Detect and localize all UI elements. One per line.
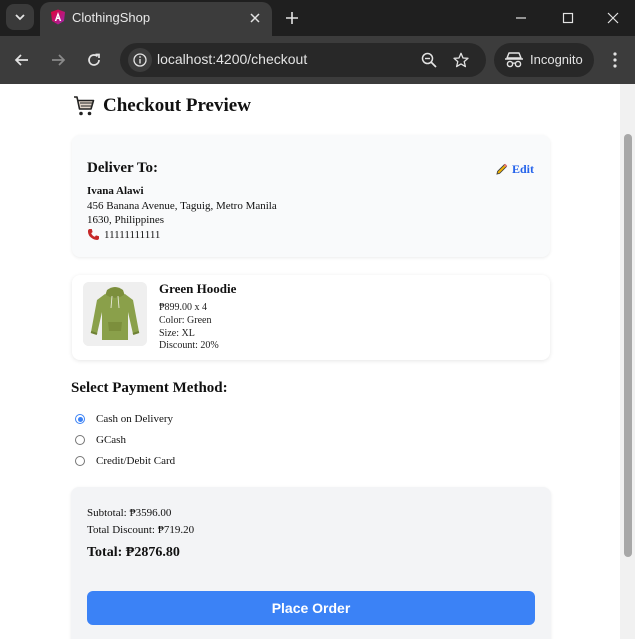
address-bar[interactable]: localhost:4200/checkout (120, 43, 486, 77)
plus-icon (286, 12, 298, 24)
new-tab-button[interactable] (282, 8, 302, 28)
forward-button[interactable] (46, 48, 70, 72)
minimize-button[interactable] (509, 6, 533, 30)
product-discount: Discount: 20% (159, 340, 219, 351)
chevron-down-icon (15, 14, 25, 21)
info-icon (133, 53, 147, 67)
payment-option-label: GCash (96, 434, 126, 446)
maximize-button[interactable] (556, 6, 580, 30)
edit-label: Edit (511, 162, 534, 176)
tab-strip: ClothingShop (0, 0, 635, 36)
incognito-indicator[interactable]: Incognito (494, 43, 594, 77)
minimize-icon (516, 17, 526, 19)
arrow-left-icon (14, 54, 28, 66)
total-discount: Total Discount: ₱719.20 (87, 524, 195, 536)
angular-logo-icon (51, 9, 65, 25)
browser-chrome: ClothingShop localhost:4200/checkout Inc… (0, 0, 635, 84)
scrollbar-thumb[interactable] (624, 134, 632, 557)
address-line-2: 1630, Philippines (87, 214, 165, 226)
payment-option-label: Cash on Delivery (96, 413, 173, 425)
reload-button[interactable] (82, 48, 106, 72)
payment-method-heading: Select Payment Method: (71, 380, 228, 396)
back-button[interactable] (10, 48, 34, 72)
zoom-button[interactable] (417, 48, 441, 72)
close-window-button[interactable] (601, 6, 625, 30)
page-viewport: Checkout Preview Deliver To: Edit Ivana … (0, 84, 635, 639)
page-header: Checkout Preview (72, 94, 251, 118)
reload-icon (88, 53, 100, 66)
product-name: Green Hoodie (159, 281, 237, 296)
payment-option-label: Credit/Debit Card (96, 455, 176, 467)
product-price-quantity: ₱899.00 x 4 (159, 302, 208, 313)
star-icon (453, 52, 469, 68)
tab-search-button[interactable] (6, 4, 34, 30)
radio-card[interactable] (75, 456, 85, 466)
order-summary-card: Subtotal: ₱3596.00 Total Discount: ₱719.… (71, 487, 551, 639)
url-text[interactable]: localhost:4200/checkout (157, 51, 307, 67)
phone-row: 11111111111 (87, 228, 160, 241)
tab-title: ClothingShop (72, 10, 151, 25)
arrow-right-icon (52, 54, 66, 66)
pencil-icon (496, 163, 508, 175)
edit-address-link[interactable]: Edit (495, 162, 534, 177)
shopping-cart-icon (74, 96, 95, 116)
radio-cod[interactable] (75, 414, 85, 424)
hoodie-image (83, 282, 147, 346)
close-tab-button[interactable] (246, 9, 264, 27)
maximize-icon (562, 12, 574, 24)
product-size: Size: XL (159, 328, 195, 339)
payment-option-cod[interactable]: Cash on Delivery (75, 413, 173, 425)
product-image (83, 282, 147, 346)
page-scrollbar[interactable] (620, 84, 635, 639)
recipient-name: Ivana Alawi (87, 185, 144, 197)
close-icon (250, 13, 260, 23)
close-icon (607, 12, 619, 24)
place-order-button[interactable]: Place Order (87, 591, 535, 625)
site-info-button[interactable] (128, 48, 152, 72)
delivery-address-card: Deliver To: Edit Ivana Alawi 456 Banana … (72, 135, 550, 257)
order-item-card: Green Hoodie ₱899.00 x 4 Color: Green Si… (72, 275, 550, 360)
radio-gcash[interactable] (75, 435, 85, 445)
phone-number: 11111111111 (104, 228, 161, 241)
payment-option-gcash[interactable]: GCash (75, 434, 126, 446)
subtotal: Subtotal: ₱3596.00 (87, 507, 172, 519)
payment-option-card[interactable]: Credit/Debit Card (75, 455, 175, 467)
product-color: Color: Green (159, 315, 212, 326)
incognito-label: Incognito (530, 52, 583, 67)
incognito-icon (505, 52, 523, 68)
zoom-out-icon (421, 52, 437, 68)
order-total: Total: ₱2876.80 (87, 545, 180, 560)
address-line-1: 456 Banana Avenue, Taguig, Metro Manila (87, 200, 277, 212)
page-title: Checkout Preview (103, 95, 251, 116)
phone-icon (87, 229, 99, 240)
bookmark-button[interactable] (449, 48, 473, 72)
deliver-to-heading: Deliver To: (87, 160, 158, 176)
browser-toolbar: localhost:4200/checkout Incognito (0, 36, 635, 84)
more-vertical-icon (613, 52, 617, 68)
browser-tab[interactable]: ClothingShop (40, 2, 272, 36)
browser-menu-button[interactable] (603, 48, 627, 72)
